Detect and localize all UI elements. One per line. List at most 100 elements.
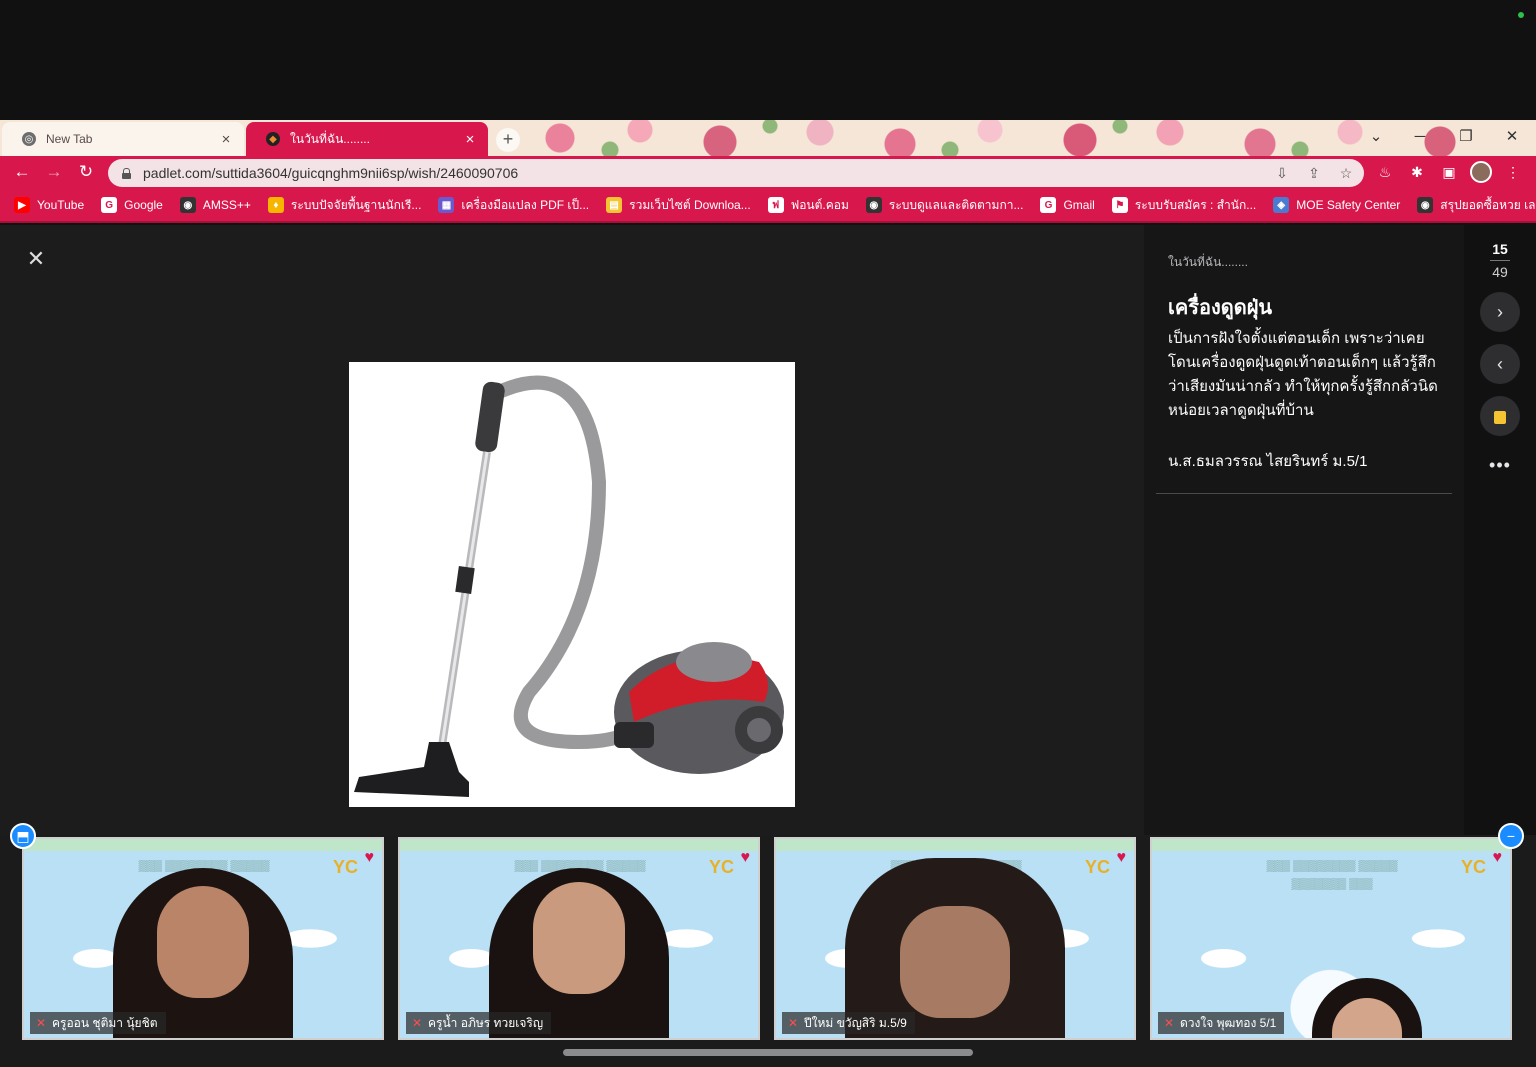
previous-post-button[interactable]: ‹	[1480, 344, 1520, 384]
bookmark-label: YouTube	[37, 198, 85, 212]
chrome-icon: ◎	[22, 132, 36, 146]
yc-logo: YC	[1460, 857, 1486, 877]
extension-fire-icon[interactable]: ♨	[1374, 161, 1396, 183]
reload-icon[interactable]: ↻	[74, 160, 98, 184]
browser-toolbar: ← → ↻ padlet.com/suttida3604/guicqnghm9n…	[0, 156, 1536, 360]
google-icon: G	[101, 197, 118, 213]
post-body: เป็นการฝังใจตั้งแต่ตอนเด็ก เพราะว่าเคยโด…	[1168, 330, 1438, 419]
url-text[interactable]: padlet.com/suttida3604/guicqnghm9nii6sp/…	[143, 165, 518, 181]
screen-top-bar	[0, 0, 1536, 120]
bookmark-item[interactable]: ▤ รวมเว็บไซต์ Downloa...	[606, 196, 751, 215]
star-icon[interactable]: ☆	[1336, 163, 1356, 183]
window-close-icon[interactable]: ✕	[1492, 124, 1532, 150]
post-title: เครื่องดูดฝุ่น	[1168, 297, 1273, 319]
close-icon[interactable]: ×	[218, 131, 234, 148]
divider	[1490, 260, 1510, 261]
heart-icon: ♥	[740, 849, 751, 866]
tab-new-tab[interactable]: ◎ New Tab ×	[2, 122, 244, 156]
avatar[interactable]	[1470, 161, 1492, 183]
participant-tile[interactable]: ▒▒▒ ▒▒▒▒▒▒▒▒ ▒▒▒▒▒▒▒▒▒▒▒▒ ▒▒▒ YC ♥ ✕ ปีใ…	[774, 837, 1136, 1040]
next-post-button[interactable]: ›	[1480, 292, 1520, 332]
heart-icon: ♥	[1116, 849, 1127, 866]
globe-icon: ◉	[865, 197, 882, 213]
minimize-panel-icon[interactable]: −	[1498, 823, 1524, 849]
bookmark-item[interactable]: G Gmail	[1040, 197, 1095, 213]
participant-face	[533, 882, 625, 994]
participant-name-tag: ✕ ครูน้ำ อภิษร ทวยเจริญ	[406, 1012, 552, 1034]
chevron-down-icon[interactable]: ⌄	[1356, 124, 1396, 150]
tab-padlet[interactable]: ◆ ในวันที่ฉัน........ ×	[246, 122, 488, 156]
back-arrow-icon[interactable]: ←	[10, 160, 34, 184]
yc-logo: YC	[708, 857, 734, 877]
lock-icon[interactable]	[122, 167, 131, 179]
post-counter: 15 49	[1482, 241, 1518, 280]
scrollbar[interactable]	[563, 1049, 973, 1056]
tab-strip: ◎ New Tab × ◆ ในวันที่ฉัน........ × + ⌄ …	[0, 120, 1536, 156]
puzzle-icon[interactable]: ✱	[1406, 161, 1428, 183]
bookmark-item[interactable]: ♦ ระบบปัจจัยพื้นฐานนักเรี...	[267, 196, 422, 215]
flame-icon: ♦	[267, 197, 284, 213]
bookmark-label: AMSS++	[202, 198, 251, 212]
bookmark-item[interactable]: ⚑ ระบบรับสมัคร : สำนัก...	[1111, 196, 1257, 215]
bookmark-item[interactable]: ◉ สรุปยอดซื้อหวย เลขวั...	[1417, 196, 1536, 215]
browser-chrome: ◎ New Tab × ◆ ในวันที่ฉัน........ × + ⌄ …	[0, 120, 1536, 360]
post-details-panel: ในวันที่ฉัน........ เครื่องดูดฝุ่น เป็นก…	[1144, 225, 1464, 835]
participant-name: ดวงใจ พุฒทอง 5/1	[1180, 1016, 1277, 1030]
tab-title: ในวันที่ฉัน........	[290, 131, 370, 146]
wall-title[interactable]: ในวันที่ฉัน........	[1168, 253, 1248, 272]
participant-name: ครูออน ชุติมา นุ้ยชิต	[52, 1016, 158, 1030]
chevron-right-icon: ›	[1497, 302, 1503, 322]
font-icon: ฟ	[767, 197, 784, 213]
mic-muted-icon: ✕	[787, 1016, 799, 1030]
more-options-icon[interactable]: •••	[1480, 455, 1520, 476]
minimize-icon[interactable]: ─	[1400, 124, 1440, 150]
comments-button[interactable]	[1480, 396, 1520, 436]
close-icon[interactable]: ✕	[26, 248, 46, 270]
globe-icon: ◉	[179, 197, 196, 213]
bookmark-item[interactable]: G Google	[101, 197, 163, 213]
pin-icon[interactable]: ⬒	[10, 823, 36, 849]
virtual-background-banner: ▒▒▒ ▒▒▒▒▒▒▒▒ ▒▒▒▒▒▒▒▒▒▒▒▒ ▒▒▒	[1266, 860, 1398, 890]
mic-muted-icon: ✕	[1163, 1016, 1175, 1030]
close-icon[interactable]: ×	[462, 131, 478, 148]
flag-icon: ⚑	[1111, 197, 1128, 213]
bookmark-label: ระบบรับสมัคร : สำนัก...	[1134, 197, 1257, 212]
mic-muted-icon: ✕	[35, 1016, 47, 1030]
bookmark-item[interactable]: ◉ ระบบดูแลและติดตามกา...	[865, 196, 1024, 215]
address-bar[interactable]: padlet.com/suttida3604/guicqnghm9nii6sp/…	[108, 159, 1364, 187]
bookmark-label: ฟอนต์.คอม	[790, 197, 849, 212]
participant-name: ปีใหม่ ขวัญสิริ ม.5/9	[804, 1016, 907, 1030]
participant-tile[interactable]: ▒▒▒ ▒▒▒▒▒▒▒▒ ▒▒▒▒▒ ▒▒▒▒▒▒▒ ▒▒▒ YC ♥ ✕ ดวง…	[1150, 837, 1512, 1040]
share-icon[interactable]: ⇪	[1304, 163, 1324, 183]
forward-arrow-icon[interactable]: →	[42, 160, 66, 184]
vacuum-cleaner-image[interactable]	[349, 362, 795, 807]
participant-face	[900, 906, 1010, 1018]
globe-icon: ◉	[1417, 197, 1434, 213]
participant-name: ครูน้ำ อภิษร ทวยเจริญ	[428, 1016, 544, 1030]
yc-logo: YC	[1084, 857, 1110, 877]
bookmark-label: ระบบดูแลและติดตามกา...	[888, 197, 1024, 212]
bookmark-label: ระบบปัจจัยพื้นฐานนักเรี...	[290, 197, 422, 212]
restore-icon[interactable]: ❐	[1446, 124, 1486, 150]
chevron-left-icon: ‹	[1497, 354, 1503, 374]
bookmark-item[interactable]: ฟ ฟอนต์.คอม	[767, 196, 849, 215]
participant-tile[interactable]: ▒▒▒ ▒▒▒▒▒▒▒▒ ▒▒▒▒▒▒▒▒▒▒▒▒ ▒▒▒ YC ♥ ✕ ครู…	[398, 837, 760, 1040]
post-attachment-viewer: ✕	[0, 225, 1144, 835]
note-icon	[1494, 410, 1506, 424]
bookmark-item[interactable]: ◈ MOE Safety Center	[1273, 197, 1400, 213]
participant-tile[interactable]: ▒▒▒ ▒▒▒▒▒▒▒▒ ▒▒▒▒▒▒▒▒▒▒▒▒ ▒▒▒ YC ♥ ✕ ครู…	[22, 837, 384, 1040]
bookmark-label: MOE Safety Center	[1296, 198, 1401, 212]
side-panel-icon[interactable]: ▣	[1438, 161, 1460, 183]
new-tab-button[interactable]: +	[496, 128, 520, 152]
more-vert-icon[interactable]: ⋮	[1502, 161, 1524, 183]
bookmark-item[interactable]: ◉ AMSS++	[179, 197, 251, 213]
install-app-icon[interactable]: ⇩	[1272, 163, 1292, 183]
vacuum-cleaner-illustration	[354, 375, 784, 797]
shield-icon: ◈	[1273, 197, 1290, 213]
mic-muted-icon: ✕	[411, 1016, 423, 1030]
tab-title: New Tab	[46, 132, 93, 146]
bookmark-label: สรุปยอดซื้อหวย เลขวั...	[1440, 197, 1536, 212]
bookmark-item[interactable]: ▦ เครื่องมือแปลง PDF เป็...	[438, 196, 589, 215]
bookmark-item[interactable]: ▶ YouTube	[14, 197, 84, 213]
participant-name-tag: ✕ ดวงใจ พุฒทอง 5/1	[1158, 1012, 1285, 1034]
